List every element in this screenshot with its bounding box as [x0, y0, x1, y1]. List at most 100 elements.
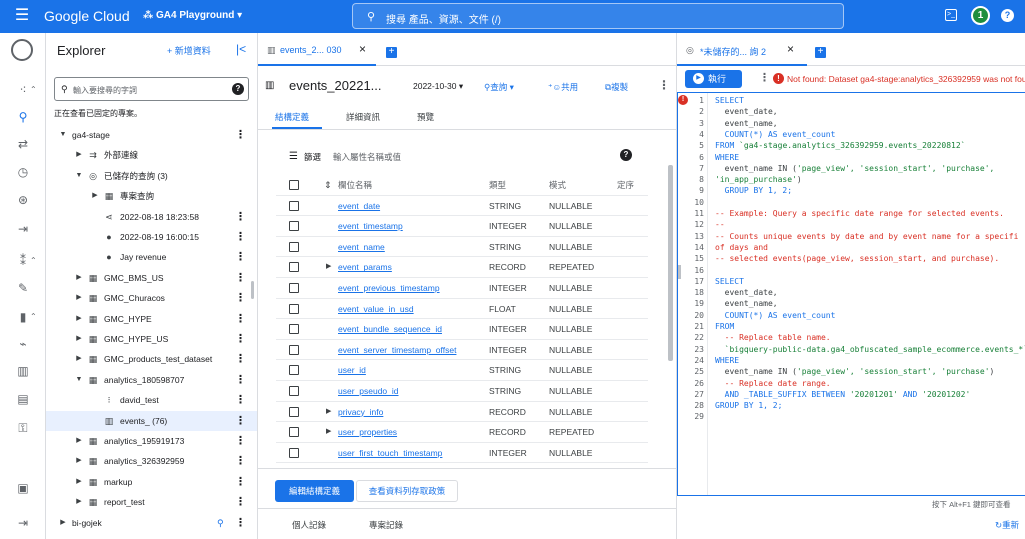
new-tab-button[interactable]: + [386, 47, 397, 58]
notifications-badge[interactable]: 1 [971, 6, 990, 25]
tree-item[interactable]: ▼ ◎ 已儲存的查詢 (3) [46, 166, 257, 186]
global-search-input[interactable]: ⚲ 搜尋 產品、資源、文件 (/) [352, 3, 844, 29]
bigquery-logo-icon[interactable] [11, 39, 33, 61]
tree-item[interactable]: ▶ ▦ GMC_Churacos ⋮ [46, 288, 257, 308]
collapsed-arrow-icon[interactable]: ▶ [58, 513, 68, 533]
tree-item[interactable]: ▶ ▦ GMC_HYPE_US ⋮ [46, 329, 257, 349]
help-icon[interactable]: ? [1001, 9, 1014, 22]
close-icon[interactable]: × [359, 42, 366, 56]
refresh-button[interactable]: ↻重新 [995, 519, 1019, 531]
more-options-icon[interactable]: ⋮ [235, 309, 246, 329]
field-checkbox[interactable] [289, 200, 299, 211]
tree-item[interactable]: ▼ ga4-stage ⋮ [46, 125, 257, 145]
expand-rail-icon[interactable]: ⇥ [12, 515, 34, 531]
explorer-search-input[interactable]: ⚲ 輸入要搜尋的字詞 ? [54, 77, 249, 101]
field-checkbox[interactable] [289, 221, 299, 232]
tree-item[interactable]: ● Jay revenue ⋮ [46, 247, 257, 267]
field-checkbox[interactable] [289, 386, 299, 396]
add-data-button[interactable]: + 新增資料 [167, 44, 211, 57]
query-button[interactable]: ⚲查詢 ▾ [484, 81, 514, 93]
copy-button[interactable]: ⧉複製 [605, 81, 628, 93]
reservations-icon[interactable]: ▤ [12, 391, 34, 407]
tree-item[interactable]: ▶ ▦ markup ⋮ [46, 472, 257, 492]
collapsed-arrow-icon[interactable]: ▶ [74, 492, 84, 512]
field-name-link[interactable]: event_previous_timestamp [338, 278, 440, 298]
collapsed-arrow-icon[interactable]: ▶ [74, 431, 84, 451]
personal-history-tab[interactable]: 個人記錄 [292, 519, 326, 531]
field-checkbox[interactable] [289, 447, 299, 458]
field-name-link[interactable]: user_pseudo_id [338, 381, 399, 401]
field-name-link[interactable]: event_bundle_sequence_id [338, 319, 442, 339]
menu-icon[interactable]: ☰ [11, 7, 33, 25]
collapsed-arrow-icon[interactable]: ▶ [74, 268, 84, 288]
more-options-icon[interactable]: ⋮ [235, 472, 246, 492]
field-checkbox[interactable] [289, 365, 299, 376]
expand-arrow-icon[interactable]: ▶ [326, 402, 331, 422]
field-name-link[interactable]: event_value_in_usd [338, 299, 414, 319]
subtab-preview[interactable]: 預覽 [417, 111, 434, 123]
expand-arrow-icon[interactable]: ▶ [326, 422, 331, 442]
expand-arrow-icon[interactable]: ▶ [326, 257, 331, 277]
more-options-icon[interactable]: ⋮ [235, 207, 246, 227]
tree-item[interactable]: ▶ bi-gojek ⚲ ⋮ [46, 513, 257, 533]
edit-schema-button[interactable]: 編輯結構定義 [275, 480, 354, 502]
more-options-icon[interactable]: ⋮ [235, 431, 246, 451]
share-button[interactable]: ⁺☺共用 [548, 81, 578, 93]
collapse-up-icon[interactable]: ⌃ [30, 85, 37, 94]
tab-events-table[interactable]: ▥ events_2... 030 × [258, 33, 376, 66]
tree-item[interactable]: ● 2022-08-19 16:00:15 ⋮ [46, 227, 257, 247]
collapsed-arrow-icon[interactable]: ▶ [74, 451, 84, 471]
collapse-up-icon-2[interactable]: ⌃ [30, 256, 37, 265]
more-options-icon[interactable]: ⋮ [235, 227, 246, 247]
tree-item[interactable]: ▥ events_ (76) ⋮ [46, 410, 257, 431]
wrench-icon[interactable]: ✎ [12, 280, 34, 296]
more-options-icon[interactable]: ⋮ [235, 492, 246, 512]
tree-item[interactable]: ▼ ▦ analytics_180598707 ⋮ [46, 370, 257, 390]
search-nav-icon[interactable]: ⚲ [12, 109, 34, 125]
tree-item[interactable]: ⁝ david_test ⋮ [46, 390, 257, 410]
dataflow-icon[interactable]: ⇥ [12, 221, 34, 237]
help-icon[interactable]: ? [232, 83, 244, 95]
cloud-shell-icon[interactable]: >_ [945, 9, 957, 21]
new-tab-button[interactable]: + [815, 47, 826, 58]
field-checkbox[interactable] [289, 427, 299, 438]
more-options-icon[interactable]: ⋮ [759, 71, 770, 84]
capacity-icon[interactable]: ▥ [12, 363, 34, 379]
transfer-icon[interactable]: ⇄ [12, 136, 34, 152]
monitoring-icon[interactable]: ⌁ [12, 336, 34, 352]
partition-date-select[interactable]: 2022-10-30 ▾ [413, 81, 463, 92]
tree-item[interactable]: ▶ ▦ report_test ⋮ [46, 492, 257, 512]
collapsed-arrow-icon[interactable]: ▶ [74, 329, 84, 349]
close-icon[interactable]: × [787, 42, 794, 56]
field-name-link[interactable]: user_id [338, 360, 366, 380]
field-name-link[interactable]: user_first_touch_timestamp [338, 443, 442, 463]
more-options-icon[interactable]: ⋮ [235, 268, 246, 288]
schema-filter[interactable]: ☰ 篩選 輸入屬性名稱或值 ? [276, 146, 648, 168]
schedule-icon[interactable]: ◷ [12, 164, 34, 180]
more-options-icon[interactable]: ⋮ [235, 247, 246, 267]
collapsed-arrow-icon[interactable]: ▶ [74, 309, 84, 329]
collapse-up-icon-3[interactable]: ⌃ [30, 312, 37, 321]
tree-item[interactable]: ▶ ▦ analytics_326392959 ⋮ [46, 451, 257, 471]
field-name-link[interactable]: privacy_info [338, 402, 383, 422]
collapsed-arrow-icon[interactable]: ▶ [74, 472, 84, 492]
explorer-scrollbar[interactable] [251, 281, 254, 299]
more-options-icon[interactable]: ⋮ [235, 125, 246, 145]
more-options-icon[interactable]: ⋮ [235, 370, 246, 390]
field-checkbox[interactable] [289, 344, 299, 355]
field-name-link[interactable]: event_timestamp [338, 216, 403, 236]
collapsed-arrow-icon[interactable]: ▶ [74, 349, 84, 369]
field-name-link[interactable]: event_date [338, 196, 380, 216]
more-options-icon[interactable]: ⋮ [235, 288, 246, 308]
more-options-icon[interactable]: ⋮ [235, 513, 246, 533]
google-cloud-logo[interactable]: Google Cloud [44, 8, 130, 24]
more-options-icon[interactable]: ⋮ [235, 451, 246, 471]
pin-icon[interactable]: ⚲ [217, 513, 224, 533]
collapsed-arrow-icon[interactable]: ▶ [90, 186, 100, 206]
project-history-tab[interactable]: 專案記錄 [369, 519, 403, 531]
expanded-arrow-icon[interactable]: ▼ [74, 166, 84, 186]
more-options-icon[interactable]: ⋮ [658, 78, 670, 92]
field-checkbox[interactable] [289, 283, 299, 293]
tree-item[interactable]: ▶ ▦ GMC_HYPE ⋮ [46, 309, 257, 329]
tree-item[interactable]: ▶ ⇉ 外部連線 [46, 145, 257, 165]
